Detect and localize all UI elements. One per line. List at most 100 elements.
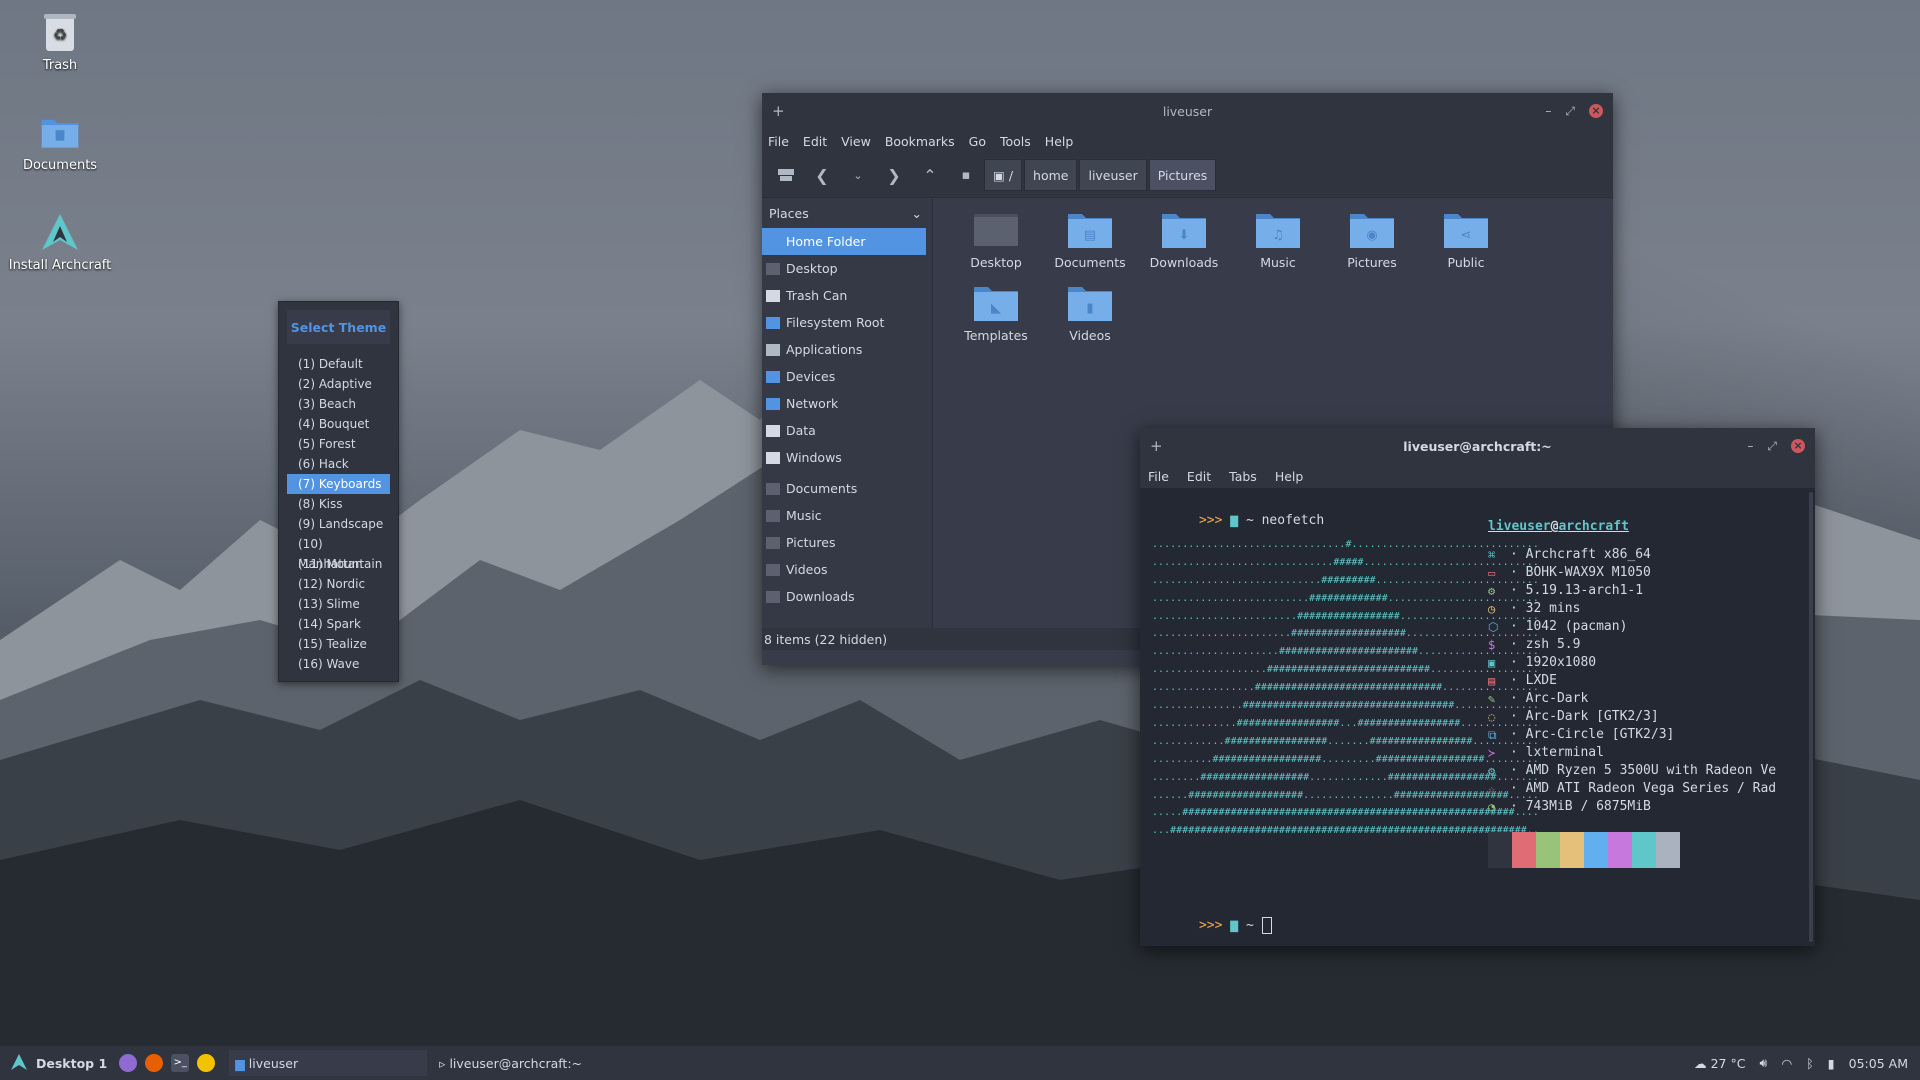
sidebar-item-filesystem-root[interactable]: Filesystem Root bbox=[762, 309, 932, 336]
sidebar-item-network[interactable]: Network bbox=[762, 390, 932, 417]
close-button[interactable]: × bbox=[1791, 439, 1805, 453]
sidebar-item-pictures[interactable]: Pictures bbox=[762, 529, 932, 556]
folder-item[interactable]: ◣ Templates bbox=[949, 279, 1043, 352]
firefox-launcher-icon[interactable] bbox=[145, 1054, 164, 1072]
info-icon: ◔ bbox=[1488, 800, 1496, 814]
theme-option[interactable]: (14) Spark bbox=[287, 614, 390, 634]
archcraft-menu-icon[interactable] bbox=[10, 1053, 28, 1074]
theme-option[interactable]: (1) Default bbox=[287, 354, 390, 374]
minimize-button[interactable]: – bbox=[1747, 439, 1753, 453]
desktop-icon-documents[interactable]: Documents bbox=[5, 112, 115, 173]
terminal-titlebar[interactable]: + liveuser@archcraft:~ – ⤢ × bbox=[1140, 428, 1815, 464]
drive-icon: ▣ bbox=[993, 167, 1005, 183]
new-tab-icon[interactable] bbox=[768, 157, 804, 193]
sidebar-item-windows[interactable]: Windows bbox=[762, 444, 932, 471]
folder-item[interactable]: ♫ Music bbox=[1231, 206, 1325, 279]
theme-option[interactable]: (6) Hack bbox=[287, 454, 390, 474]
forward-button[interactable]: ❯ bbox=[876, 157, 912, 193]
bluetooth-icon[interactable]: ᛒ bbox=[1806, 1056, 1814, 1071]
menu-edit[interactable]: Edit bbox=[1187, 469, 1211, 484]
applications-icon bbox=[766, 343, 780, 356]
menu-view[interactable]: View bbox=[841, 134, 871, 149]
sidebar-item-data[interactable]: Data bbox=[762, 417, 932, 444]
sidebar-item-trash-can[interactable]: Trash Can bbox=[762, 282, 932, 309]
documents-icon bbox=[766, 482, 780, 495]
terminal-output[interactable]: >>> ▆ ~ neofetch .......................… bbox=[1140, 488, 1815, 946]
back-button[interactable]: ❮ bbox=[804, 157, 840, 193]
theme-option[interactable]: (2) Adaptive bbox=[287, 374, 390, 394]
sidebar-item-videos[interactable]: Videos bbox=[762, 556, 932, 583]
theme-option[interactable]: (12) Nordic bbox=[287, 574, 390, 594]
app-launcher-icon[interactable] bbox=[197, 1054, 216, 1072]
taskbar: Desktop 1 >_ ▆ liveuser ▹ liveuser@archc… bbox=[0, 1046, 1920, 1080]
minimize-button[interactable]: – bbox=[1545, 104, 1551, 118]
breadcrumb-liveuser[interactable]: liveuser bbox=[1079, 159, 1147, 191]
folder-item[interactable]: ⬇ Downloads bbox=[1137, 206, 1231, 279]
info-icon: ◷ bbox=[1488, 602, 1496, 616]
menu-file[interactable]: File bbox=[1148, 469, 1169, 484]
battery-icon[interactable]: ▮ bbox=[1828, 1056, 1835, 1071]
desktop-icon-trash[interactable]: ♻ Trash bbox=[5, 12, 115, 73]
menu-go[interactable]: Go bbox=[969, 134, 986, 149]
theme-option[interactable]: (7) Keyboards bbox=[287, 474, 390, 494]
desktop-switcher[interactable]: Desktop 1 bbox=[36, 1056, 107, 1071]
sidebar-item-home-folder[interactable]: Home Folder bbox=[762, 228, 926, 255]
theme-option[interactable]: (5) Forest bbox=[287, 434, 390, 454]
scrollbar[interactable] bbox=[1809, 492, 1813, 942]
menu-help[interactable]: Help bbox=[1045, 134, 1074, 149]
theme-option[interactable]: (16) Wave bbox=[287, 654, 390, 674]
svg-text:⬇: ⬇ bbox=[1179, 228, 1190, 243]
trash-can-icon bbox=[766, 289, 780, 302]
folder-item[interactable]: ◉ Pictures bbox=[1325, 206, 1419, 279]
clock[interactable]: 05:05 AM bbox=[1849, 1056, 1908, 1071]
sidebar-item-devices[interactable]: Devices bbox=[762, 363, 932, 390]
sidebar-item-documents[interactable]: Documents bbox=[762, 475, 932, 502]
data-icon bbox=[766, 424, 780, 437]
home-icon[interactable]: ▪ bbox=[948, 157, 984, 193]
maximize-button[interactable]: ⤢ bbox=[1767, 439, 1777, 454]
maximize-button[interactable]: ⤢ bbox=[1565, 104, 1575, 119]
task-terminal[interactable]: ▹ liveuser@archcraft:~ bbox=[433, 1050, 632, 1076]
theme-option[interactable]: (11) Mountain bbox=[287, 554, 390, 574]
history-dropdown-icon[interactable]: ⌄ bbox=[840, 157, 876, 193]
bullet: · bbox=[1510, 673, 1526, 688]
folder-item[interactable]: ▮ Videos bbox=[1043, 279, 1137, 352]
theme-option[interactable]: (8) Kiss bbox=[287, 494, 390, 514]
palette-swatch bbox=[1560, 832, 1584, 868]
folder-item[interactable]: ⋖ Public bbox=[1419, 206, 1513, 279]
menu-edit[interactable]: Edit bbox=[803, 134, 827, 149]
menu-tools[interactable]: Tools bbox=[1000, 134, 1031, 149]
info-icon: ≻ bbox=[1488, 746, 1496, 760]
menu-tabs[interactable]: Tabs bbox=[1229, 469, 1257, 484]
menu-bookmarks[interactable]: Bookmarks bbox=[885, 134, 955, 149]
theme-option[interactable]: (10) Manhattan bbox=[287, 534, 390, 571]
menu-help[interactable]: Help bbox=[1275, 469, 1304, 484]
folder-item[interactable]: ▤ Documents bbox=[1043, 206, 1137, 279]
breadcrumb-home[interactable]: home bbox=[1024, 159, 1078, 191]
weather-widget[interactable]: ☁ 27 °C bbox=[1694, 1056, 1745, 1071]
documents-folder-icon: ▤ bbox=[1067, 211, 1113, 249]
desktop-icon-install-archcraft[interactable]: Install Archcraft bbox=[5, 212, 115, 273]
wifi-icon[interactable]: ◠ bbox=[1781, 1056, 1792, 1071]
terminal-launcher-icon[interactable]: >_ bbox=[171, 1054, 190, 1072]
places-header[interactable]: Places ⌄ bbox=[762, 198, 932, 228]
volume-icon[interactable]: 🔊︎ bbox=[1759, 1055, 1767, 1071]
theme-option[interactable]: (15) Tealize bbox=[287, 634, 390, 654]
file-manager-launcher-icon[interactable] bbox=[119, 1054, 138, 1072]
sidebar-item-desktop[interactable]: Desktop bbox=[762, 255, 932, 282]
folder-item[interactable]: Desktop bbox=[949, 206, 1043, 279]
close-button[interactable]: × bbox=[1589, 104, 1603, 118]
breadcrumb-root[interactable]: ▣ / bbox=[984, 159, 1023, 191]
sidebar-item-music[interactable]: Music bbox=[762, 502, 932, 529]
theme-option[interactable]: (13) Slime bbox=[287, 594, 390, 614]
sidebar-item-applications[interactable]: Applications bbox=[762, 336, 932, 363]
theme-option[interactable]: (3) Beach bbox=[287, 394, 390, 414]
theme-option[interactable]: (4) Bouquet bbox=[287, 414, 390, 434]
theme-option[interactable]: (9) Landscape bbox=[287, 514, 390, 534]
breadcrumb-pictures[interactable]: Pictures bbox=[1148, 159, 1217, 191]
file-manager-titlebar[interactable]: + liveuser – ⤢ × bbox=[762, 93, 1613, 129]
task-file-manager[interactable]: ▆ liveuser bbox=[229, 1050, 428, 1076]
up-button[interactable]: ⌃ bbox=[912, 157, 948, 193]
menu-file[interactable]: File bbox=[768, 134, 789, 149]
sidebar-item-downloads[interactable]: Downloads bbox=[762, 583, 932, 610]
